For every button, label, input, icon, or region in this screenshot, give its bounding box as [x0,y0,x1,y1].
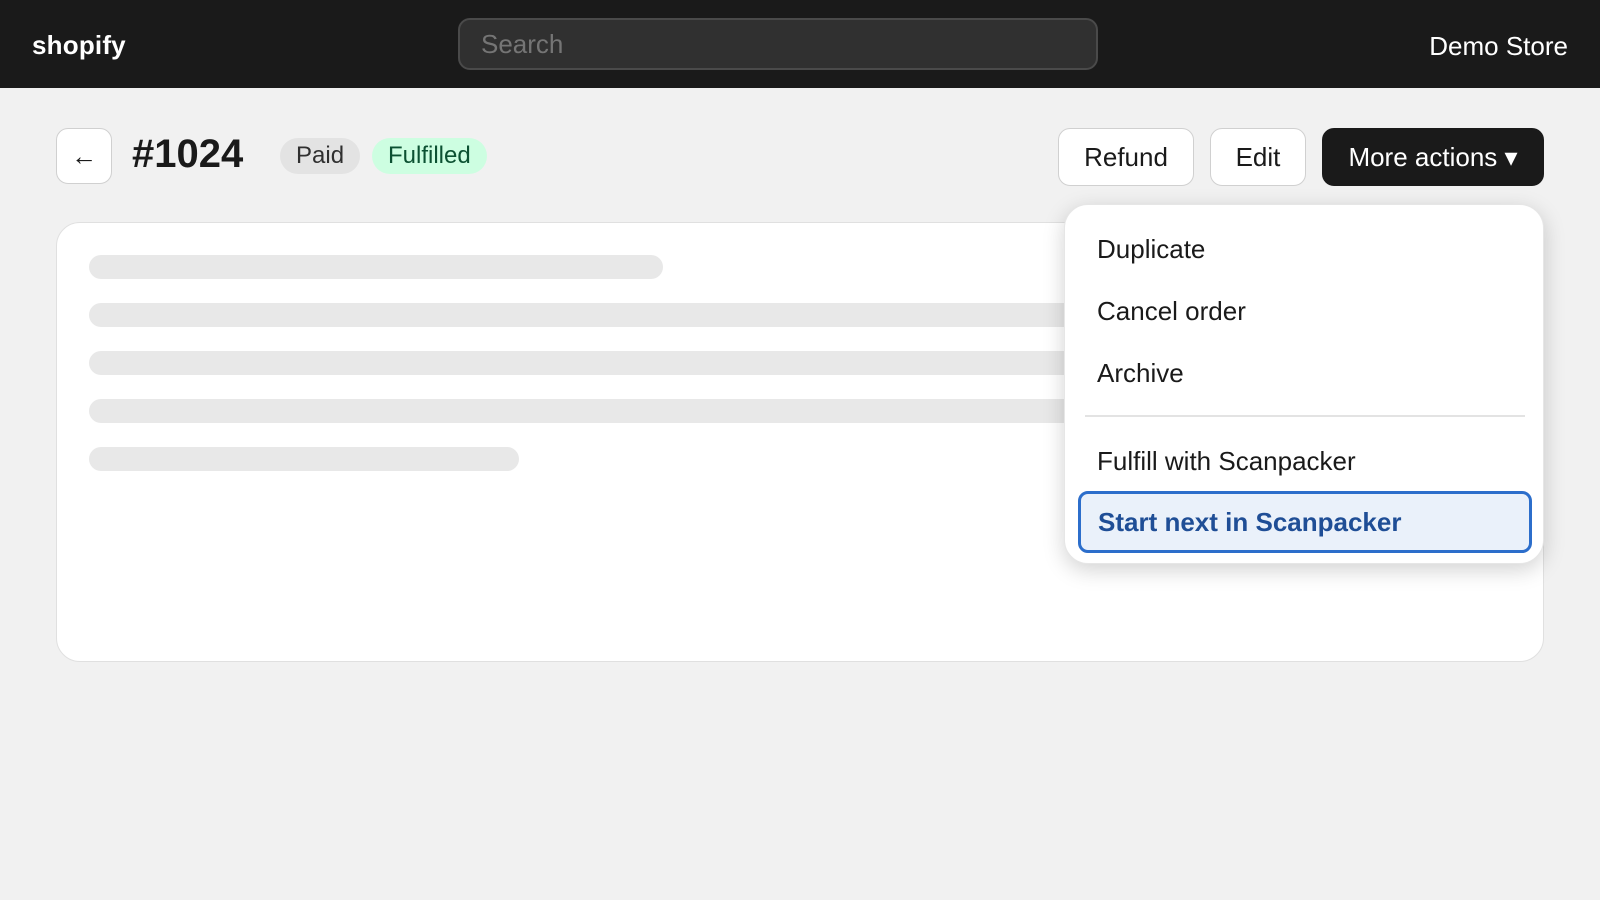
menu-item-fulfill-with-scanpacker[interactable]: Fulfill with Scanpacker [1097,445,1356,477]
arrow-left-icon: ← [71,140,97,171]
edit-button[interactable]: Edit [1210,128,1306,186]
skeleton-line [89,351,1129,375]
status-badge-paid: Paid [280,138,361,174]
menu-item-cancel-order[interactable]: Cancel order [1097,295,1246,327]
order-title: #1024 [132,132,244,176]
back-button[interactable]: ← [56,128,112,184]
refund-button[interactable]: Refund [1058,128,1194,186]
menu-item-archive[interactable]: Archive [1097,357,1184,389]
store-name[interactable]: Demo Store [1429,31,1568,62]
menu-item-duplicate[interactable]: Duplicate [1097,233,1205,265]
more-actions-menu: Duplicate Cancel order Archive Fulfill w… [1064,204,1544,564]
search-input[interactable] [458,18,1098,70]
top-bar: shopify Demo Store [0,0,1600,88]
shopify-logo[interactable]: shopify [32,30,126,61]
menu-divider [1085,415,1525,417]
more-actions-button[interactable]: More actions ▾ [1322,128,1544,186]
skeleton-line [89,303,1129,327]
skeleton-line [89,447,519,471]
status-badge-fulfilled: Fulfilled [372,138,487,174]
skeleton-line [89,255,663,279]
menu-item-start-next-in-scanpacker[interactable]: Start next in Scanpacker [1078,491,1532,553]
skeleton-line [89,399,1129,423]
